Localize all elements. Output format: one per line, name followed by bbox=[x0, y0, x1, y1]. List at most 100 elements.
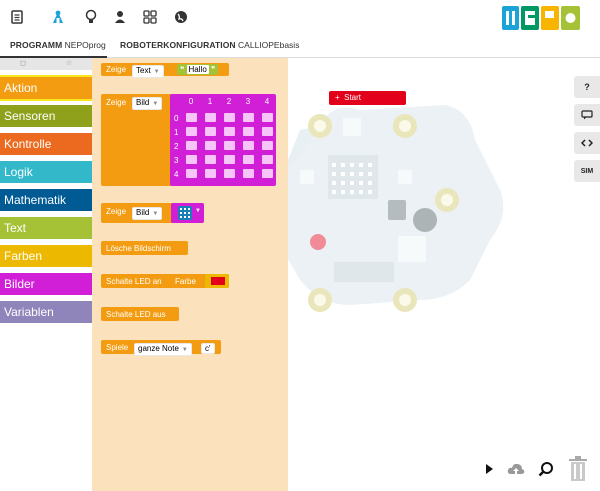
note-dropdown[interactable]: c' bbox=[201, 343, 215, 354]
led-cell[interactable] bbox=[224, 141, 235, 150]
led-cell[interactable] bbox=[262, 141, 273, 150]
led-cell[interactable] bbox=[262, 169, 273, 178]
type-dropdown[interactable]: Bild ▼ bbox=[132, 207, 163, 220]
category-label: Text bbox=[4, 221, 27, 235]
block-show-text[interactable]: Zeige Text ▼ ❝ Hallo ❞ bbox=[101, 63, 229, 78]
block-led-off[interactable]: Schalte LED aus bbox=[101, 307, 179, 321]
grid-col-label: 1 bbox=[207, 97, 213, 106]
lightbulb-icon[interactable] bbox=[82, 8, 100, 26]
program-canvas[interactable] bbox=[288, 58, 600, 491]
app-window: PROGRAMM NEPOprog ROBOTERKONFIGURATION C… bbox=[0, 0, 600, 491]
chevron-down-icon: ▼ bbox=[152, 211, 159, 217]
text-value[interactable]: Hallo bbox=[186, 65, 209, 74]
sim-tab[interactable]: SIM bbox=[574, 160, 600, 182]
type-dropdown[interactable]: Text ▼ bbox=[132, 65, 164, 78]
block-label: Zeige bbox=[106, 98, 127, 107]
help-tab[interactable]: ? bbox=[574, 76, 600, 98]
tab-bar: PROGRAMM NEPOprog ROBOTERKONFIGURATION C… bbox=[0, 36, 600, 58]
file-icon[interactable] bbox=[8, 8, 26, 26]
color-swatch[interactable] bbox=[211, 277, 225, 285]
block-led-on[interactable]: Schalte LED an Farbe bbox=[101, 274, 229, 288]
chevron-down-icon: ▼ bbox=[195, 208, 201, 214]
category-label: Kontrolle bbox=[4, 137, 52, 151]
play-button[interactable] bbox=[480, 458, 498, 480]
comment-tab[interactable] bbox=[574, 104, 600, 126]
category-text[interactable]: Text bbox=[0, 217, 95, 239]
category-sensoren[interactable]: Sensoren bbox=[0, 105, 95, 127]
trash-button[interactable] bbox=[567, 456, 589, 481]
led-cell[interactable] bbox=[205, 155, 216, 164]
grid-col-label: 0 bbox=[188, 97, 194, 106]
dropdown-value: Bild bbox=[136, 208, 150, 217]
led-cell[interactable] bbox=[186, 141, 197, 150]
duration-dropdown[interactable]: ganze Note ▼ bbox=[134, 343, 192, 356]
nepo-logo bbox=[502, 6, 580, 30]
category-label: Variablen bbox=[4, 305, 54, 319]
block-show-image[interactable]: Zeige Bild ▼ bbox=[101, 94, 173, 186]
category-variablen[interactable]: Variablen bbox=[0, 301, 95, 323]
tab-program[interactable]: PROGRAMM NEPOprog bbox=[10, 40, 106, 50]
led-cell[interactable] bbox=[186, 127, 197, 136]
tab-robot-config[interactable]: ROBOTERKONFIGURATION CALLIOPEbasis bbox=[120, 40, 299, 50]
category-mathematik[interactable]: Mathematik bbox=[0, 189, 95, 211]
sim-label: SIM bbox=[580, 167, 594, 175]
code-tab[interactable] bbox=[574, 132, 600, 154]
image-grid-block[interactable]: 0 1 2 3 4 0 1 2 3 4 bbox=[170, 94, 276, 186]
led-cell[interactable] bbox=[186, 155, 197, 164]
led-cell[interactable] bbox=[262, 113, 273, 122]
chevron-down-icon: ▼ bbox=[181, 347, 188, 353]
calliope-board-image bbox=[288, 105, 504, 312]
category-label: Aktion bbox=[4, 81, 38, 95]
color-block[interactable] bbox=[205, 274, 229, 288]
led-cell[interactable] bbox=[243, 141, 254, 150]
led-cell[interactable] bbox=[186, 113, 197, 122]
category-label: Bilder bbox=[4, 277, 35, 291]
expand-icon[interactable]: ◻ bbox=[18, 59, 28, 69]
gallery-icon[interactable] bbox=[141, 8, 159, 26]
led-cell[interactable] bbox=[205, 113, 216, 122]
led-cell[interactable] bbox=[224, 155, 235, 164]
globe-icon[interactable] bbox=[172, 8, 190, 26]
star-icon[interactable]: ☆ bbox=[64, 59, 74, 69]
start-block[interactable]: + Start bbox=[329, 91, 406, 105]
led-cell[interactable] bbox=[186, 169, 197, 178]
zoom-button[interactable] bbox=[537, 458, 555, 480]
led-cell[interactable] bbox=[243, 169, 254, 178]
text-value-block[interactable]: ❝ Hallo ❞ bbox=[177, 64, 219, 75]
category-farben[interactable]: Farben bbox=[0, 245, 95, 267]
led-cell[interactable] bbox=[205, 141, 216, 150]
category-logik[interactable]: Logik bbox=[0, 161, 95, 183]
led-cell[interactable] bbox=[243, 127, 254, 136]
led-cell[interactable] bbox=[224, 113, 235, 122]
robot-icon[interactable] bbox=[49, 8, 67, 26]
block-play-note[interactable]: Spiele ganze Note ▼ c' bbox=[101, 340, 221, 356]
category-bilder[interactable]: Bilder bbox=[0, 273, 95, 295]
code-icon bbox=[581, 139, 593, 147]
type-dropdown[interactable]: Bild ▼ bbox=[132, 97, 163, 110]
category-kontrolle[interactable]: Kontrolle bbox=[0, 133, 95, 155]
block-label: Schalte LED aus bbox=[106, 310, 166, 319]
dropdown-value: c' bbox=[205, 344, 211, 353]
dropdown-value: Bild bbox=[136, 98, 150, 107]
category-aktion[interactable]: Aktion bbox=[0, 75, 95, 101]
led-cell[interactable] bbox=[224, 169, 235, 178]
block-show-image-icon[interactable]: Zeige Bild ▼ ▼ bbox=[101, 203, 204, 223]
dropdown-value: ganze Note bbox=[138, 344, 179, 353]
grid-row-label: 4 bbox=[174, 170, 179, 179]
block-clear-screen[interactable]: Lösche Bildschirm bbox=[101, 241, 188, 255]
plus-icon[interactable]: + bbox=[335, 93, 340, 102]
upload-button[interactable] bbox=[507, 458, 525, 480]
led-cell[interactable] bbox=[243, 113, 254, 122]
led-cell[interactable] bbox=[224, 127, 235, 136]
play-icon bbox=[486, 464, 493, 474]
led-cell[interactable] bbox=[243, 155, 254, 164]
grid-row-label: 3 bbox=[174, 156, 179, 165]
grid-row-label: 1 bbox=[174, 128, 179, 137]
led-cell[interactable] bbox=[205, 169, 216, 178]
led-cell[interactable] bbox=[205, 127, 216, 136]
image-preset-block[interactable]: ▼ bbox=[171, 203, 204, 223]
led-cell[interactable] bbox=[262, 155, 273, 164]
led-cell[interactable] bbox=[262, 127, 273, 136]
block-label: Lösche Bildschirm bbox=[106, 244, 171, 253]
user-icon[interactable] bbox=[111, 8, 129, 26]
